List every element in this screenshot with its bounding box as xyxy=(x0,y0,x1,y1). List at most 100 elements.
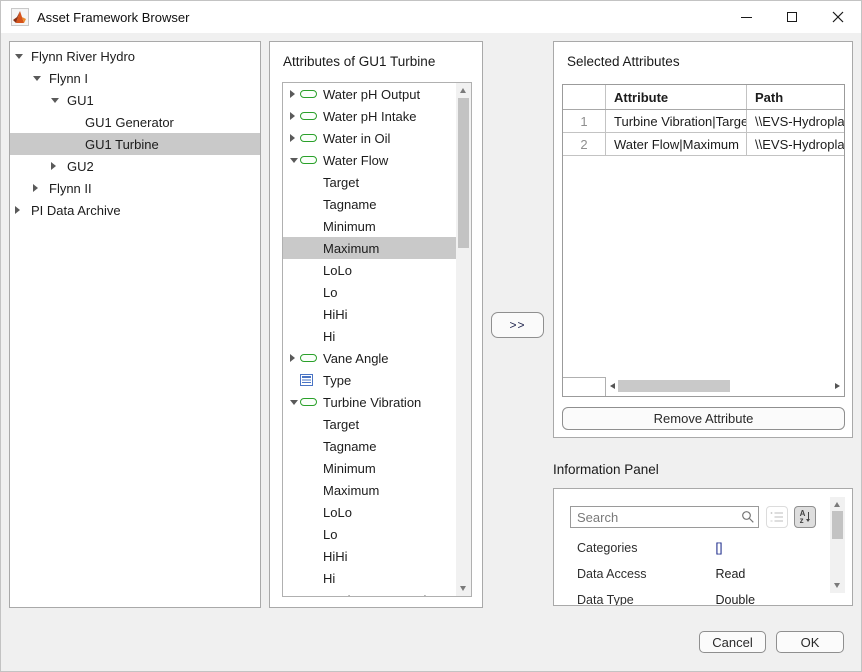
attribute-item[interactable]: Water Flow xyxy=(283,149,456,171)
attribute-item[interactable]: Water pH Output xyxy=(283,83,456,105)
cancel-button[interactable]: Cancel xyxy=(699,631,766,653)
horizontal-scrollbar[interactable] xyxy=(606,376,844,396)
expanded-arrow-icon[interactable] xyxy=(15,51,25,61)
scroll-up-icon[interactable] xyxy=(460,88,466,93)
tree-item-gu1-turbine-selected[interactable]: GU1 Turbine xyxy=(10,133,260,155)
attribute-child-item[interactable]: Lo xyxy=(283,281,456,303)
expanded-arrow-icon[interactable] xyxy=(33,73,43,83)
collapsed-arrow-icon[interactable] xyxy=(290,354,299,362)
table-header-row: Attribute Path xyxy=(563,85,844,110)
close-button[interactable] xyxy=(815,1,861,33)
expanded-arrow-icon[interactable] xyxy=(290,400,299,405)
attribute-label: Vane Angle xyxy=(323,351,389,366)
attribute-label: Lo xyxy=(323,285,337,300)
path-column-header: Path xyxy=(747,85,844,109)
tree-item-flynn-river-hydro[interactable]: Flynn River Hydro xyxy=(10,45,260,67)
property-row-categories[interactable]: Categories [] xyxy=(577,541,722,557)
attribute-label: Lo xyxy=(323,527,337,542)
attribute-item[interactable]: Turbine Vibration xyxy=(283,391,456,413)
remove-attribute-button[interactable]: Remove Attribute xyxy=(562,407,845,430)
scroll-right-icon[interactable] xyxy=(835,383,840,389)
collapsed-arrow-icon[interactable] xyxy=(290,112,299,120)
tree-item-flynn-ii[interactable]: Flynn II xyxy=(10,177,260,199)
tree-item-label: Flynn II xyxy=(49,181,92,196)
scrollbar-thumb[interactable] xyxy=(832,511,843,539)
tree-item-pi-data-archive[interactable]: PI Data Archive xyxy=(10,199,260,221)
ok-button[interactable]: OK xyxy=(776,631,844,653)
scroll-up-icon[interactable] xyxy=(834,502,840,507)
attribute-child-item[interactable]: Lo xyxy=(283,523,456,545)
scrollbar-thumb[interactable] xyxy=(618,380,730,392)
attribute-label: LoLo xyxy=(323,263,352,278)
attribute-label: Type xyxy=(323,373,351,388)
attribute-icon xyxy=(300,398,317,406)
attribute-child-item[interactable]: HiHi xyxy=(283,303,456,325)
scroll-left-icon[interactable] xyxy=(610,383,615,389)
add-attribute-button[interactable]: >> xyxy=(491,312,544,338)
selected-attributes-title: Selected Attributes xyxy=(567,54,680,69)
expanded-arrow-icon[interactable] xyxy=(290,158,299,163)
attribute-item[interactable]: Water in Oil xyxy=(283,127,456,149)
group-view-button[interactable] xyxy=(766,506,788,528)
attribute-label: Target xyxy=(323,175,359,190)
table-row[interactable]: 2 Water Flow|Maximum \\EVS-Hydropla xyxy=(563,133,844,156)
attribute-child-item-selected[interactable]: Maximum xyxy=(283,237,456,259)
attribute-child-item[interactable]: Minimum xyxy=(283,215,456,237)
tree-item-label: GU2 xyxy=(67,159,94,174)
attribute-icon xyxy=(300,354,317,362)
information-panel-title: Information Panel xyxy=(553,462,659,477)
info-vertical-scrollbar[interactable] xyxy=(830,497,845,593)
collapsed-arrow-icon[interactable] xyxy=(15,205,25,215)
attribute-label: Hi xyxy=(323,329,335,344)
scroll-down-icon[interactable] xyxy=(834,583,840,588)
tree-item-gu2[interactable]: GU2 xyxy=(10,155,260,177)
attribute-child-item[interactable]: Tagname xyxy=(283,435,456,457)
attribute-child-item[interactable]: Hi xyxy=(283,567,456,589)
path-cell: \\EVS-Hydropla xyxy=(747,133,844,155)
attribute-cell: Water Flow|Maximum xyxy=(606,133,747,155)
collapsed-arrow-icon[interactable] xyxy=(290,596,299,597)
attribute-child-item[interactable]: LoLo xyxy=(283,501,456,523)
scroll-down-icon[interactable] xyxy=(460,586,466,591)
property-name: Data Access xyxy=(577,567,712,581)
tree-item-gu1-generator[interactable]: GU1 Generator xyxy=(10,111,260,133)
attribute-child-item[interactable]: Tagname xyxy=(283,193,456,215)
attribute-child-item[interactable]: Target xyxy=(283,413,456,435)
collapsed-arrow-icon[interactable] xyxy=(33,183,43,193)
collapsed-arrow-icon[interactable] xyxy=(290,90,299,98)
attribute-item[interactable]: Total Hours Running xyxy=(283,589,456,597)
attribute-item[interactable]: Vane Angle xyxy=(283,347,456,369)
collapsed-arrow-icon[interactable] xyxy=(290,134,299,142)
collapsed-arrow-icon[interactable] xyxy=(51,161,61,171)
maximize-button[interactable] xyxy=(769,1,815,33)
attribute-label: LoLo xyxy=(323,505,352,520)
attribute-label: Turbine Vibration xyxy=(323,395,421,410)
attribute-label: HiHi xyxy=(323,549,348,564)
attribute-item[interactable]: Type xyxy=(283,369,456,391)
information-panel: Az Categories [] Data Access Read Data T… xyxy=(553,488,853,606)
table-row[interactable]: 1 Turbine Vibration|Target \\EVS-Hydropl… xyxy=(563,110,844,133)
attribute-child-item[interactable]: Hi xyxy=(283,325,456,347)
attributes-vertical-scrollbar[interactable] xyxy=(456,83,471,596)
property-row-data-access[interactable]: Data Access Read xyxy=(577,567,745,583)
expanded-arrow-icon[interactable] xyxy=(51,95,61,105)
minimize-button[interactable] xyxy=(723,1,769,33)
property-row-data-type[interactable]: Data Type Double xyxy=(577,593,755,606)
sort-alphabetical-button[interactable]: Az xyxy=(794,506,816,528)
attribute-child-item[interactable]: LoLo xyxy=(283,259,456,281)
tree-item-gu1[interactable]: GU1 xyxy=(10,89,260,111)
search-input[interactable] xyxy=(570,506,759,528)
scrollbar-thumb[interactable] xyxy=(458,98,469,248)
attribute-child-item[interactable]: Minimum xyxy=(283,457,456,479)
attribute-label: HiHi xyxy=(323,307,348,322)
selected-attributes-table: Attribute Path 1 Turbine Vibration|Targe… xyxy=(562,84,845,397)
property-name: Categories xyxy=(577,541,712,555)
tree-item-flynn-i[interactable]: Flynn I xyxy=(10,67,260,89)
attribute-item[interactable]: Water pH Intake xyxy=(283,105,456,127)
attribute-label: Maximum xyxy=(323,483,379,498)
row-number: 2 xyxy=(563,133,606,155)
attribute-child-item[interactable]: Target xyxy=(283,171,456,193)
attribute-child-item[interactable]: HiHi xyxy=(283,545,456,567)
property-value: Double xyxy=(715,593,755,606)
attribute-child-item[interactable]: Maximum xyxy=(283,479,456,501)
